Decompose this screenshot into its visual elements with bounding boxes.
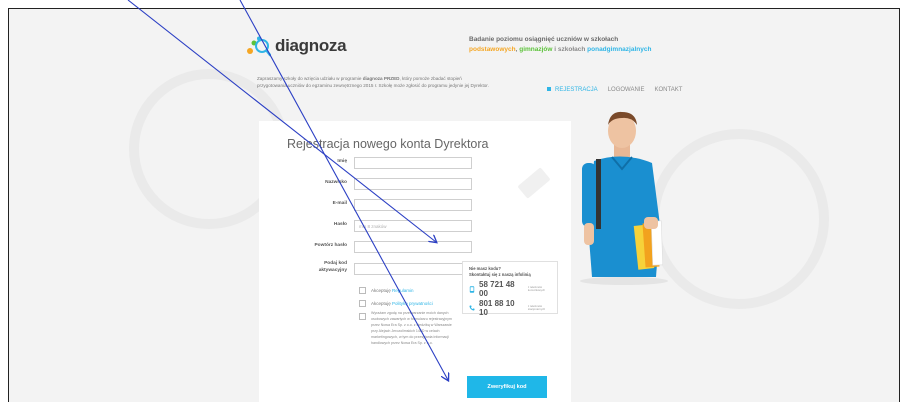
terms-checkbox[interactable] bbox=[359, 287, 366, 294]
privacy-checkbox[interactable] bbox=[359, 300, 366, 307]
first-name-input[interactable] bbox=[354, 157, 472, 169]
nav-label: REJESTRACJA bbox=[555, 87, 598, 93]
email-input[interactable] bbox=[354, 199, 472, 211]
form-row-first-name: Imię bbox=[259, 157, 509, 171]
phone-note: z telefonów komórkowych bbox=[527, 284, 546, 292]
tagline-secondary: ponadgimnazjalnych bbox=[587, 46, 652, 53]
intro-text: Zapraszamy szkoły do wzięcia udziału w p… bbox=[257, 75, 489, 89]
privacy-label: Akceptuję Politykę prywatności bbox=[371, 301, 433, 306]
student-illustration bbox=[580, 111, 668, 285]
field-label-line1: Podaj kod bbox=[324, 261, 347, 266]
field-label: E-mail bbox=[332, 201, 347, 206]
field-label-line2: aktywacyjny bbox=[318, 268, 347, 273]
tagline-primary: podstawowych bbox=[469, 46, 516, 53]
nav-label: LOGOWANIE bbox=[607, 87, 645, 93]
verify-code-button[interactable]: Zweryfikuj kod bbox=[467, 376, 547, 398]
repeat-password-input[interactable] bbox=[354, 241, 472, 253]
help-title-line1: Nie masz kodu? bbox=[469, 266, 501, 271]
password-input[interactable] bbox=[354, 220, 472, 232]
phone-note: z telefonów stacjonarnych bbox=[527, 303, 546, 311]
phone-row: 801 88 10 10 z telefonów stacjonarnych bbox=[469, 299, 551, 317]
nav-item-kontakt[interactable]: KONTAKT bbox=[654, 87, 682, 93]
tagline: Badanie poziomu osiągnięć uczniów w szko… bbox=[469, 35, 729, 55]
last-name-input[interactable] bbox=[354, 178, 472, 190]
form-row-repeat-password: Powtórz hasło bbox=[259, 241, 509, 255]
privacy-link[interactable]: Politykę prywatności bbox=[392, 301, 433, 306]
terms-link[interactable]: Regulamin bbox=[392, 288, 414, 293]
help-box: Nie masz kodu? Skontaktuj się z naszą in… bbox=[462, 261, 558, 317]
form-title: Rejestracja nowego konta Dyrektora bbox=[287, 137, 489, 151]
page-frame: diagnoza Badanie poziomu osiągnięć uczni… bbox=[8, 8, 900, 402]
nav-label: KONTAKT bbox=[654, 87, 683, 93]
background-decoration bbox=[649, 129, 829, 309]
intro-prefix: Zapraszamy szkoły do wzięcia udziału w p… bbox=[257, 76, 362, 81]
field-label: Imię bbox=[337, 159, 347, 164]
nav-item-logowanie[interactable]: LOGOWANIE bbox=[608, 87, 645, 93]
field-label: Powtórz hasło bbox=[314, 243, 347, 248]
intro-brand: diagnoza PRZED bbox=[362, 76, 400, 81]
phone-number[interactable]: 801 88 10 10 bbox=[479, 299, 524, 317]
privacy-prefix: Akceptuję bbox=[371, 301, 391, 306]
active-indicator-icon bbox=[547, 87, 551, 92]
help-title: Nie masz kodu? Skontaktuj się z naszą in… bbox=[469, 266, 551, 277]
help-title-line2: Skontaktuj się z naszą infolinią bbox=[469, 271, 531, 277]
magnifier-logo-icon bbox=[247, 36, 271, 57]
consent-checkbox[interactable] bbox=[359, 313, 366, 320]
field-label: Hasło bbox=[333, 222, 347, 227]
logo-text: diagnoza bbox=[275, 36, 347, 55]
nav-item-rejestracja[interactable]: REJESTRACJA bbox=[547, 87, 598, 93]
tagline-separator: , bbox=[515, 46, 518, 53]
tagline-separator: i szkołach bbox=[554, 46, 586, 53]
field-label: Nazwisko bbox=[325, 180, 347, 185]
tagline-middle: gimnazjów bbox=[519, 46, 553, 53]
terms-prefix: Akceptuję bbox=[371, 288, 391, 293]
logo[interactable]: diagnoza bbox=[245, 35, 347, 57]
phone-row: 58 721 48 00 z telefonów komórkowych bbox=[469, 280, 551, 298]
terms-label: Akceptuję Regulamin bbox=[371, 288, 414, 293]
field-label: Podaj kod aktywacyjny bbox=[319, 260, 347, 274]
form-row-email: E-mail bbox=[259, 199, 509, 213]
handset-icon bbox=[469, 305, 475, 311]
form-row-last-name: Nazwisko bbox=[259, 178, 509, 192]
pencil-icon bbox=[517, 167, 551, 199]
tagline-line1: Badanie poziomu osiągnięć uczniów w szko… bbox=[469, 36, 619, 43]
top-nav: REJESTRACJA LOGOWANIE KONTAKT bbox=[547, 87, 682, 93]
phone-icon bbox=[469, 286, 475, 293]
consent-text: Wyrażam zgodę na przetwarzanie moich dan… bbox=[371, 311, 452, 345]
phone-number[interactable]: 58 721 48 00 bbox=[479, 280, 524, 298]
registration-card: Rejestracja nowego konta Dyrektora Imię … bbox=[259, 121, 571, 402]
form-row-password: Hasło bbox=[259, 220, 509, 234]
activation-code-input[interactable] bbox=[354, 263, 472, 275]
